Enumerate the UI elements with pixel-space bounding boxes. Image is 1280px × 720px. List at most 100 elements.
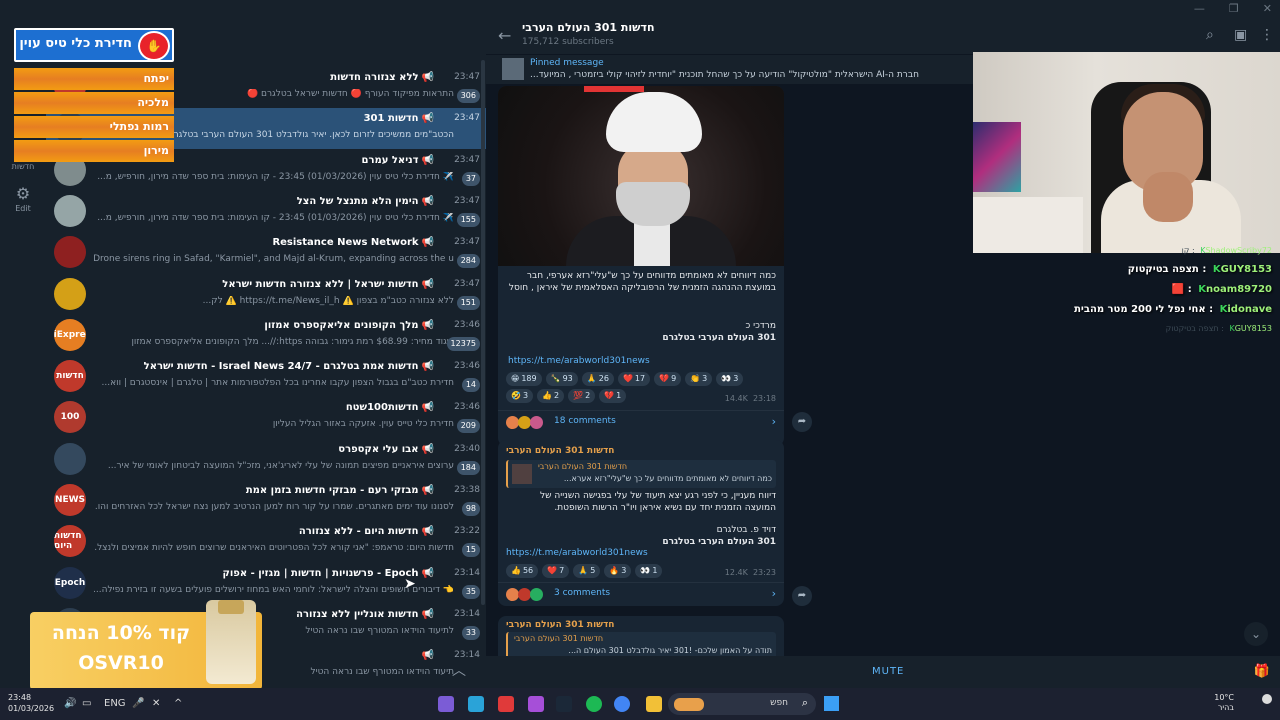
reaction-chip[interactable]: 👏 3 bbox=[685, 372, 713, 386]
spotify-app-icon[interactable] bbox=[586, 696, 602, 712]
sliders-icon[interactable]: ⚙ bbox=[13, 184, 33, 204]
camera-off-icon[interactable]: ✕ bbox=[152, 698, 160, 709]
chevron-up-icon[interactable]: ^ bbox=[174, 698, 182, 709]
live-chat-message: Knoam89720 : 🟥 bbox=[1171, 284, 1272, 295]
rail-folder-label[interactable]: חדשות bbox=[0, 162, 46, 171]
post-channel-name: 301 העולם הערבי בטלגרם bbox=[662, 333, 776, 343]
promo-text: קוד 10% הנחה OSVR10 bbox=[51, 622, 191, 674]
share-button[interactable]: ➦ bbox=[792, 586, 812, 606]
mute-button[interactable]: MUTE bbox=[872, 666, 904, 677]
reaction-chip[interactable]: ❤️ 7 bbox=[542, 564, 570, 578]
window-controls: — ❐ ✕ bbox=[1194, 2, 1272, 15]
channel-icon: 📢 bbox=[421, 443, 434, 455]
channel-bottom-bar: MUTE 🎁 bbox=[486, 656, 1280, 688]
reaction-chip[interactable]: 💔 1 bbox=[599, 389, 627, 403]
volume-icon[interactable]: 🔊 bbox=[64, 698, 76, 709]
reaction-chip[interactable]: 🍾 93 bbox=[545, 372, 578, 386]
unread-badge: 209 bbox=[456, 419, 480, 434]
reaction-chip[interactable]: 💯 2 bbox=[568, 389, 596, 403]
network-icon[interactable]: ▭ bbox=[82, 698, 91, 709]
post-text: דיווח מעניין, כי לפני רגע יצא תיעוד של ע… bbox=[539, 491, 776, 513]
comments-button[interactable]: 3 comments › bbox=[498, 582, 784, 606]
chat-list-item[interactable]: חדשות 📢חדשות אמת בטלגרם - Israel News 24/… bbox=[46, 356, 486, 397]
unread-badge: 155 bbox=[456, 212, 480, 227]
obs-app-icon[interactable] bbox=[498, 696, 514, 712]
rail-edit-label[interactable]: Edit bbox=[0, 204, 46, 213]
file-explorer-icon[interactable] bbox=[646, 696, 662, 712]
weather-thumb-icon bbox=[674, 698, 704, 711]
discord-app-icon[interactable] bbox=[438, 696, 454, 712]
channel-icon: 📢 bbox=[421, 567, 434, 579]
reply-text: תודה על האמון שלכם- !301 יאיר גולדבלט 30… bbox=[568, 646, 772, 655]
share-button[interactable]: ➦ bbox=[792, 412, 812, 432]
post-link[interactable]: https://t.me/arabworld301news bbox=[506, 548, 648, 558]
chat-list-item[interactable]: 📢הימין הלא מתנצל של הצל 23:47 ✈️ חדירת כלי… bbox=[46, 191, 486, 232]
post-sender: חדשות 301 העולם הערבי bbox=[506, 620, 615, 630]
microphone-icon[interactable]: 🎤 bbox=[132, 698, 144, 709]
chat-list-item[interactable]: AliExpress 📢מלך הקופונים אליאקספרס אמזון 2… bbox=[46, 315, 486, 356]
close-window-button[interactable]: ✕ bbox=[1263, 2, 1272, 15]
reaction-chip[interactable]: 👍 2 bbox=[537, 389, 565, 403]
post-photo[interactable] bbox=[498, 86, 784, 266]
chevron-up-icon[interactable]: ︿ bbox=[452, 660, 474, 679]
chat-list-item[interactable]: 📢חדשות ישראל | ללא צנזורה חדשות ישראל 23:… bbox=[46, 274, 486, 315]
chat-list-item[interactable]: 📢אבו עלי אקספרס 23:40 ערוצים איראניים מפיצ… bbox=[46, 439, 486, 480]
reaction-chip[interactable]: 🙏 5 bbox=[573, 564, 601, 578]
chat-preview: ✈️ חדירת כלי טיס עוין (01/03/2026) 23:45… bbox=[97, 171, 454, 182]
maximize-button[interactable]: ❐ bbox=[1229, 2, 1239, 15]
unread-badge: 15 bbox=[461, 543, 480, 558]
back-arrow-icon[interactable]: ← bbox=[498, 26, 511, 45]
search-placeholder: חפש bbox=[770, 698, 788, 708]
channel-icon: 📢 bbox=[421, 319, 434, 331]
chat-avatar: Epoch bbox=[54, 566, 86, 599]
gift-icon[interactable]: 🎁 bbox=[1254, 664, 1270, 679]
webcam-overlay bbox=[973, 52, 1280, 253]
reaction-chip[interactable]: 👀 3 bbox=[716, 372, 744, 386]
channel-title[interactable]: חדשות 301 העולם הערבי bbox=[522, 21, 655, 34]
unread-badge: 37 bbox=[461, 171, 480, 186]
chat-list-scrollbar[interactable] bbox=[481, 60, 485, 605]
chat-list-item[interactable]: 100 📢חדשות100שטח 23:46 חדירת כלי טייס עוין.… bbox=[46, 397, 486, 438]
promo-overlay: קוד 10% הנחה OSVR10 bbox=[30, 600, 262, 690]
telegram-app-icon[interactable] bbox=[468, 696, 484, 712]
steam-app-icon[interactable] bbox=[556, 696, 572, 712]
chat-list-item[interactable]: NEWS 📢מבזקי רעם - מבזקי חדשות בזמן אמת 23:… bbox=[46, 480, 486, 521]
more-options-icon[interactable]: ⋮ bbox=[1260, 27, 1274, 43]
post-link[interactable]: https://t.me/arabworld301news bbox=[508, 356, 650, 366]
notification-icon[interactable] bbox=[1262, 694, 1272, 704]
channel-icon: 📢 bbox=[421, 72, 434, 83]
chat-title: 📢Resistance News Network bbox=[272, 237, 434, 249]
search-icon[interactable]: ⌕ bbox=[1206, 27, 1214, 43]
language-indicator[interactable]: ENG bbox=[104, 698, 126, 709]
chat-title: 📢חדשות אמת בטלגרם - Israel News 24/7 - ח… bbox=[143, 361, 434, 373]
reaction-chip[interactable]: 🙏 26 bbox=[581, 372, 614, 386]
reaction-chip[interactable]: 👀 1 bbox=[635, 564, 663, 578]
reaction-chip[interactable]: 🔥 3 bbox=[604, 564, 632, 578]
chat-list-item[interactable]: 📢Resistance News Network 23:47 Drone siren… bbox=[46, 232, 486, 273]
unread-badge: 33 bbox=[461, 625, 480, 640]
chat-title: 📢אבו עלי אקספרס bbox=[338, 443, 434, 455]
chat-time: 23:47 bbox=[454, 154, 480, 165]
reaction-chip[interactable]: 💔 9 bbox=[654, 372, 682, 386]
sidebar-toggle-icon[interactable]: ▣ bbox=[1234, 27, 1247, 43]
minimize-button[interactable]: — bbox=[1194, 2, 1205, 15]
comments-button[interactable]: 18 comments › bbox=[498, 410, 784, 434]
reaction-chip[interactable]: ❤️ 17 bbox=[617, 372, 651, 386]
taskbar-search[interactable]: חפש ⌕ bbox=[668, 693, 816, 715]
chrome-app-icon[interactable] bbox=[614, 696, 630, 712]
chat-time: 23:46 bbox=[454, 361, 480, 372]
windows-start-icon[interactable] bbox=[824, 696, 839, 711]
twitch-app-icon[interactable] bbox=[528, 696, 544, 712]
reply-quote[interactable]: חדשות 301 העולם הערבי כמה דיווחים לא מאו… bbox=[506, 460, 776, 488]
chat-preview: 👈 דיבורים חשופים והצלה לישראל: לוחמי האש… bbox=[94, 584, 454, 595]
reaction-chip[interactable]: 🤣 3 bbox=[506, 389, 534, 403]
weather-widget[interactable]: 10°C בהיר bbox=[1214, 693, 1234, 713]
chevron-right-icon: › bbox=[771, 415, 776, 428]
taskbar-clock[interactable]: 23:48 01/03/2026 bbox=[8, 692, 54, 714]
chat-list-item[interactable]: חדשות היום 📢חדשות היום - ללא צנזורה 23:22 ח… bbox=[46, 521, 486, 562]
alert-banner: חדירת כלי טיס עוין ✋ bbox=[14, 28, 174, 62]
reaction-chip[interactable]: 😁 189 bbox=[506, 372, 542, 386]
chat-list-item[interactable]: Epoch 📢Epoch - פרשנויות | חדשות | מגזין -… bbox=[46, 563, 486, 604]
reaction-chip[interactable]: 👍 56 bbox=[506, 564, 539, 578]
scroll-down-button[interactable]: ⌄ bbox=[1244, 622, 1268, 646]
